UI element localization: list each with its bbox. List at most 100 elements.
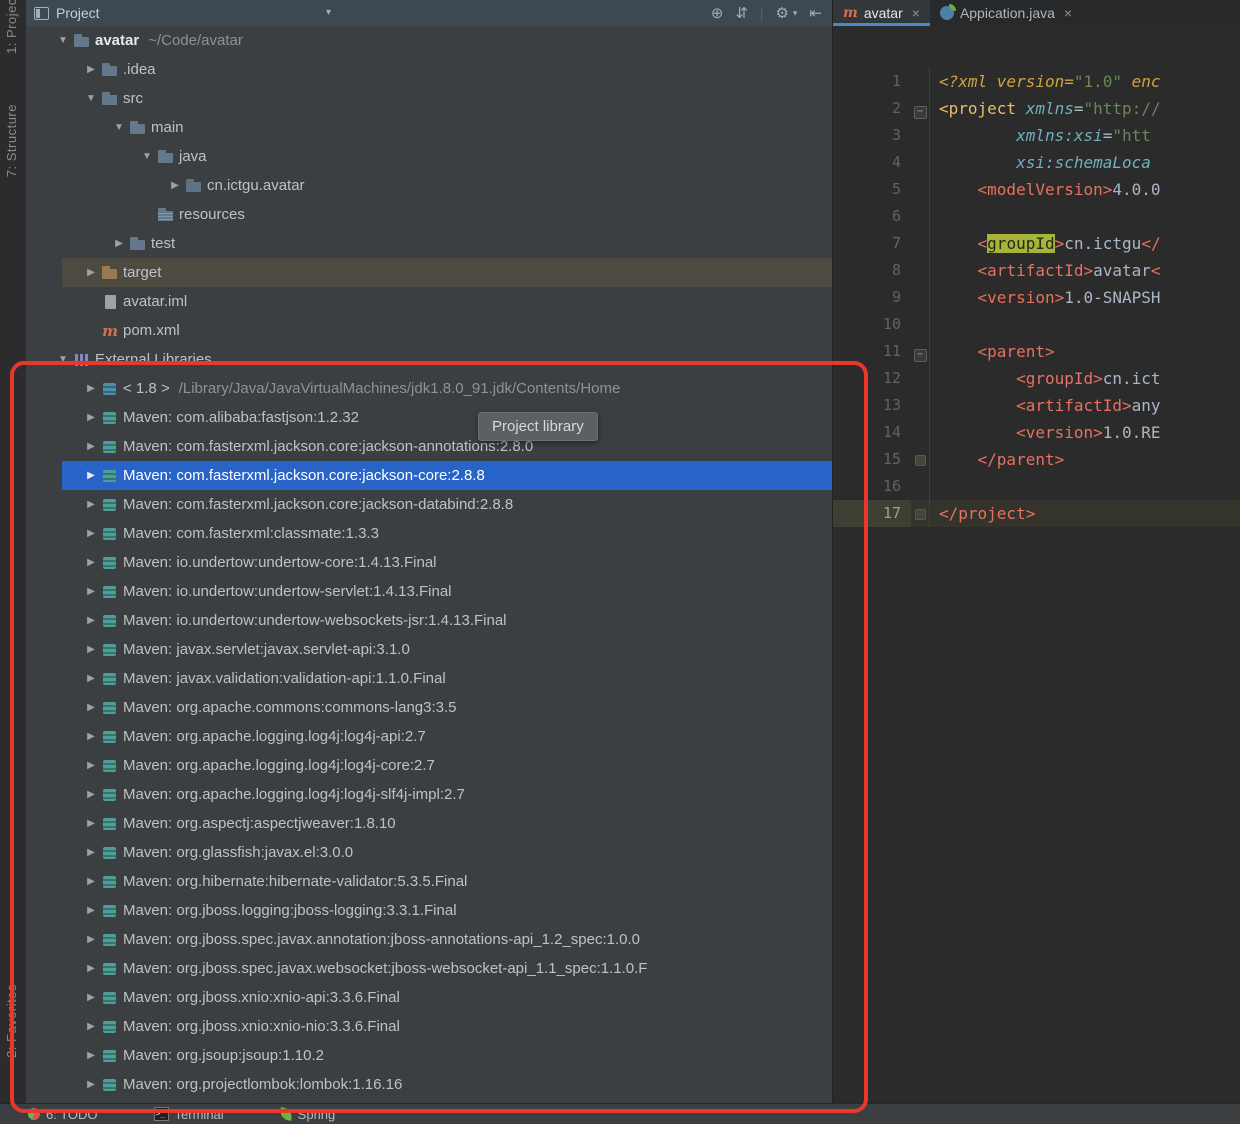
tree-item-maven-javax-servlet-javax-servlet-api-3-1-0[interactable]: ▶Maven: javax.servlet:javax.servlet-api:… [26, 635, 832, 664]
tree-expand-icon[interactable]: ▶ [82, 934, 100, 945]
collapse-all-icon[interactable]: ⇵ [735, 4, 748, 22]
fold-icon[interactable]: − [914, 349, 927, 362]
tree-expand-icon[interactable]: ▼ [82, 93, 100, 104]
tree-expand-icon[interactable]: ▶ [82, 499, 100, 510]
locate-icon[interactable]: ⊕ [711, 4, 724, 22]
tree-item-maven-org-jboss-logging-jboss-logging-3-3-1-final[interactable]: ▶Maven: org.jboss.logging:jboss-logging:… [26, 896, 832, 925]
code-line[interactable]: 7 <groupId>cn.ictgu</ [833, 230, 1240, 257]
code-line[interactable]: 1<?xml version="1.0" enc [833, 68, 1240, 95]
tree-expand-icon[interactable]: ▶ [82, 586, 100, 597]
tree-expand-icon[interactable]: ▶ [166, 180, 184, 191]
tree-item-idea[interactable]: ▶.idea [26, 55, 832, 84]
tree-item-maven-com-fasterxml-jackson-core-jackson-databind-2-8-8[interactable]: ▶Maven: com.fasterxml.jackson.core:jacks… [26, 490, 832, 519]
code-line[interactable]: 9 <version>1.0-SNAPSH [833, 284, 1240, 311]
tree-item-cn-ictgu-avatar[interactable]: ▶cn.ictgu.avatar [26, 171, 832, 200]
tree-expand-icon[interactable]: ▶ [82, 267, 100, 278]
tree-item-maven-org-aspectj-aspectjweaver-1-8-10[interactable]: ▶Maven: org.aspectj:aspectjweaver:1.8.10 [26, 809, 832, 838]
code-line[interactable]: 5 <modelVersion>4.0.0 [833, 176, 1240, 203]
tree-expand-icon[interactable]: ▶ [82, 905, 100, 916]
code-line[interactable]: 12 <groupId>cn.ict [833, 365, 1240, 392]
tree-expand-icon[interactable]: ▶ [82, 383, 100, 394]
line-number[interactable]: 8 [833, 257, 911, 284]
tree-expand-icon[interactable]: ▶ [82, 789, 100, 800]
tree-expand-icon[interactable]: ▶ [82, 818, 100, 829]
tool-button-7-structure[interactable]: 7: Structure [4, 104, 19, 177]
tree-item-java[interactable]: ▼java [26, 142, 832, 171]
tree-expand-icon[interactable]: ▶ [82, 441, 100, 452]
line-number[interactable]: 10 [833, 311, 911, 338]
tree-expand-icon[interactable]: ▶ [82, 847, 100, 858]
tree-expand-icon[interactable]: ▶ [82, 1021, 100, 1032]
code-line[interactable]: 2−<project xmlns="http:// [833, 95, 1240, 122]
line-number[interactable]: 13 [833, 392, 911, 419]
code-line[interactable]: 10 [833, 311, 1240, 338]
tree-item-maven-org-apache-logging-log4j-log4j-slf4j-impl-2-7[interactable]: ▶Maven: org.apache.logging.log4j:log4j-s… [26, 780, 832, 809]
line-number[interactable]: 6 [833, 203, 911, 230]
tree-item-maven-javax-validation-validation-api-1-1-0-final[interactable]: ▶Maven: javax.validation:validation-api:… [26, 664, 832, 693]
tree-expand-icon[interactable]: ▼ [54, 35, 72, 46]
tree-item-maven-org-hibernate-hibernate-validator-5-3-5-final[interactable]: ▶Maven: org.hibernate:hibernate-validato… [26, 867, 832, 896]
line-number[interactable]: 3 [833, 122, 911, 149]
tree-expand-icon[interactable]: ▶ [82, 702, 100, 713]
tree-expand-icon[interactable]: ▶ [82, 470, 100, 481]
tree-item-maven-io-undertow-undertow-core-1-4-13-final[interactable]: ▶Maven: io.undertow:undertow-core:1.4.13… [26, 548, 832, 577]
project-dropdown-icon[interactable]: ▾ [326, 7, 331, 18]
tree-expand-icon[interactable]: ▶ [82, 528, 100, 539]
close-icon[interactable]: × [912, 5, 920, 21]
settings-icon[interactable]: ⚙ [775, 4, 788, 22]
line-number[interactable]: 11 [833, 338, 911, 365]
line-number[interactable]: 14 [833, 419, 911, 446]
tree-expand-icon[interactable]: ▶ [82, 876, 100, 887]
tree-item-avatar[interactable]: ▼avatar~/Code/avatar [26, 26, 832, 55]
code-line[interactable]: 6 [833, 203, 1240, 230]
tree-item-1-8[interactable]: ▶< 1.8 >/Library/Java/JavaVirtualMachine… [26, 374, 832, 403]
tree-item-maven-org-glassfish-javax-el-3-0-0[interactable]: ▶Maven: org.glassfish:javax.el:3.0.0 [26, 838, 832, 867]
tree-item-maven-org-jsoup-jsoup-1-10-2[interactable]: ▶Maven: org.jsoup:jsoup:1.10.2 [26, 1041, 832, 1070]
settings-caret-icon[interactable]: ▾ [793, 8, 798, 19]
tree-expand-icon[interactable]: ▶ [82, 992, 100, 1003]
tree-expand-icon[interactable]: ▶ [82, 1050, 100, 1061]
code-line[interactable]: 4 xsi:schemaLoca [833, 149, 1240, 176]
tree-item-maven-com-fasterxml-classmate-1-3-3[interactable]: ▶Maven: com.fasterxml:classmate:1.3.3 [26, 519, 832, 548]
code-line[interactable]: 16 [833, 473, 1240, 500]
fold-end-icon[interactable] [915, 455, 926, 466]
tree-expand-icon[interactable]: ▶ [82, 64, 100, 75]
tree-item-maven-com-alibaba-fastjson-1-2-32[interactable]: ▶Maven: com.alibaba:fastjson:1.2.32 [26, 403, 832, 432]
tree-item-external-libraries[interactable]: ▼External Libraries [26, 345, 832, 374]
tree-expand-icon[interactable]: ▶ [82, 760, 100, 771]
tree-item-maven-org-jboss-spec-javax-annotation-jboss-annotations-api-1-2-spec-1-0-0[interactable]: ▶Maven: org.jboss.spec.javax.annotation:… [26, 925, 832, 954]
line-number[interactable]: 4 [833, 149, 911, 176]
tree-item-pom-xml[interactable]: mpom.xml [26, 316, 832, 345]
line-number[interactable]: 1 [833, 68, 911, 95]
editor-tab-appication-java[interactable]: Appication.java× [930, 0, 1082, 26]
close-icon[interactable]: × [1064, 5, 1072, 21]
tool-button-1-project[interactable]: 1: Project [4, 0, 19, 54]
tree-expand-icon[interactable]: ▼ [110, 122, 128, 133]
tree-item-target[interactable]: ▶target [26, 258, 832, 287]
status-item-spring[interactable]: Spring [280, 1107, 336, 1122]
code-line[interactable]: 14 <version>1.0.RE [833, 419, 1240, 446]
tree-item-maven-io-undertow-undertow-websockets-jsr-1-4-13-final[interactable]: ▶Maven: io.undertow:undertow-websockets-… [26, 606, 832, 635]
project-panel-title[interactable]: Project [56, 5, 100, 21]
line-number[interactable]: 15 [833, 446, 911, 473]
tree-item-maven-org-apache-logging-log4j-log4j-core-2-7[interactable]: ▶Maven: org.apache.logging.log4j:log4j-c… [26, 751, 832, 780]
tree-item-maven-org-jboss-xnio-xnio-api-3-3-6-final[interactable]: ▶Maven: org.jboss.xnio:xnio-api:3.3.6.Fi… [26, 983, 832, 1012]
line-number[interactable]: 16 [833, 473, 911, 500]
tree-item-src[interactable]: ▼src [26, 84, 832, 113]
code-line[interactable]: 3 xmlns:xsi="htt [833, 122, 1240, 149]
tree-item-test[interactable]: ▶test [26, 229, 832, 258]
tree-item-maven-com-fasterxml-jackson-core-jackson-core-2-8-8[interactable]: ▶Maven: com.fasterxml.jackson.core:jacks… [26, 461, 832, 490]
tree-expand-icon[interactable]: ▶ [82, 557, 100, 568]
tree-item-avatar-iml[interactable]: avatar.iml [26, 287, 832, 316]
tree-item-main[interactable]: ▼main [26, 113, 832, 142]
tree-item-maven-org-jboss-spec-javax-websocket-jboss-websocket-api-1-1-spec-1-1-0-f[interactable]: ▶Maven: org.jboss.spec.javax.websocket:j… [26, 954, 832, 983]
status-item-terminal[interactable]: Terminal [154, 1107, 224, 1122]
tree-item-maven-io-undertow-undertow-servlet-1-4-13-final[interactable]: ▶Maven: io.undertow:undertow-servlet:1.4… [26, 577, 832, 606]
tree-expand-icon[interactable]: ▼ [54, 354, 72, 365]
tree-item-maven-org-jboss-xnio-xnio-nio-3-3-6-final[interactable]: ▶Maven: org.jboss.xnio:xnio-nio:3.3.6.Fi… [26, 1012, 832, 1041]
status-item-6-todo[interactable]: 6: TODO [28, 1107, 98, 1122]
line-number[interactable]: 17 [833, 500, 911, 527]
tree-item-maven-com-fasterxml-jackson-core-jackson-annotations-2-8-0[interactable]: ▶Maven: com.fasterxml.jackson.core:jacks… [26, 432, 832, 461]
line-number[interactable]: 9 [833, 284, 911, 311]
line-number[interactable]: 2 [833, 95, 911, 122]
